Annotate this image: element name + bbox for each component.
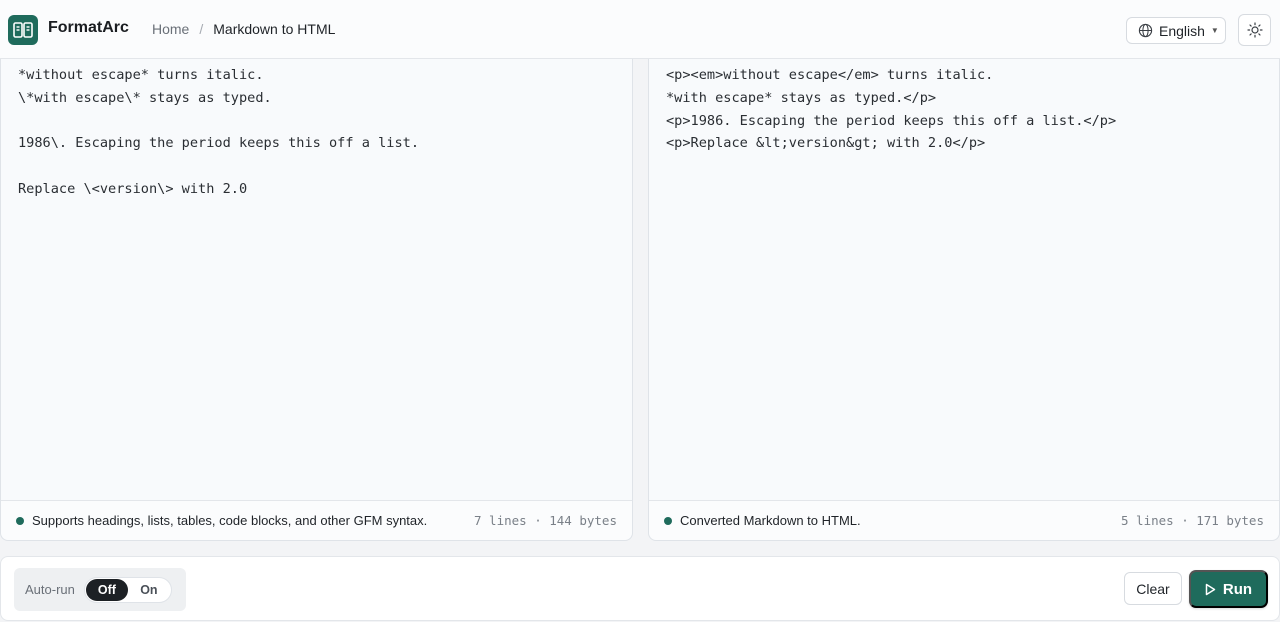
autorun-control: Auto-run Off On [14, 568, 186, 611]
autorun-off-option[interactable]: Off [85, 578, 128, 601]
globe-icon [1138, 23, 1153, 38]
input-status-bar: Supports headings, lists, tables, code b… [1, 500, 632, 540]
markdown-input-panel: *without escape* turns italic. \*with es… [0, 59, 633, 541]
chevron-down-icon: ▼ [1210, 26, 1219, 35]
html-output-editor[interactable]: <p><em>without escape</em> turns italic.… [649, 59, 1279, 500]
play-icon [1205, 583, 1216, 595]
output-status-text: Converted Markdown to HTML. [680, 513, 861, 528]
breadcrumb-current: Markdown to HTML [213, 21, 336, 37]
breadcrumb-home-link[interactable]: Home [152, 21, 189, 37]
input-status-text: Supports headings, lists, tables, code b… [32, 513, 428, 528]
breadcrumb-separator: / [199, 21, 204, 37]
language-label: English [1159, 22, 1205, 39]
clear-button[interactable]: Clear [1124, 572, 1182, 605]
html-output-panel: <p><em>without escape</em> turns italic.… [648, 59, 1280, 541]
autorun-on-option[interactable]: On [128, 579, 170, 601]
theme-toggle-button[interactable] [1238, 14, 1271, 46]
status-dot [16, 516, 24, 525]
output-stats: 5 lines · 171 bytes [1121, 513, 1264, 528]
language-select[interactable]: English ▼ [1126, 17, 1226, 44]
run-label: Run [1222, 580, 1253, 598]
split-document-icon[interactable] [8, 15, 38, 45]
action-bar: Auto-run Off On Clear Run [0, 556, 1280, 621]
run-button[interactable]: Run [1189, 570, 1268, 608]
brand-name[interactable]: FormatArc [48, 19, 129, 37]
top-header: FormatArc Home / Markdown to HTML Englis… [0, 0, 1280, 59]
input-stats: 7 lines · 144 bytes [474, 513, 617, 528]
status-dot [664, 516, 672, 525]
output-status-bar: Converted Markdown to HTML. 5 lines · 17… [649, 500, 1279, 540]
sun-icon [1246, 22, 1263, 38]
autorun-label: Auto-run [25, 582, 75, 597]
autorun-toggle[interactable]: Off On [83, 576, 172, 603]
markdown-input-editor[interactable]: *without escape* turns italic. \*with es… [1, 59, 632, 500]
breadcrumb: Home / Markdown to HTML [152, 21, 335, 37]
